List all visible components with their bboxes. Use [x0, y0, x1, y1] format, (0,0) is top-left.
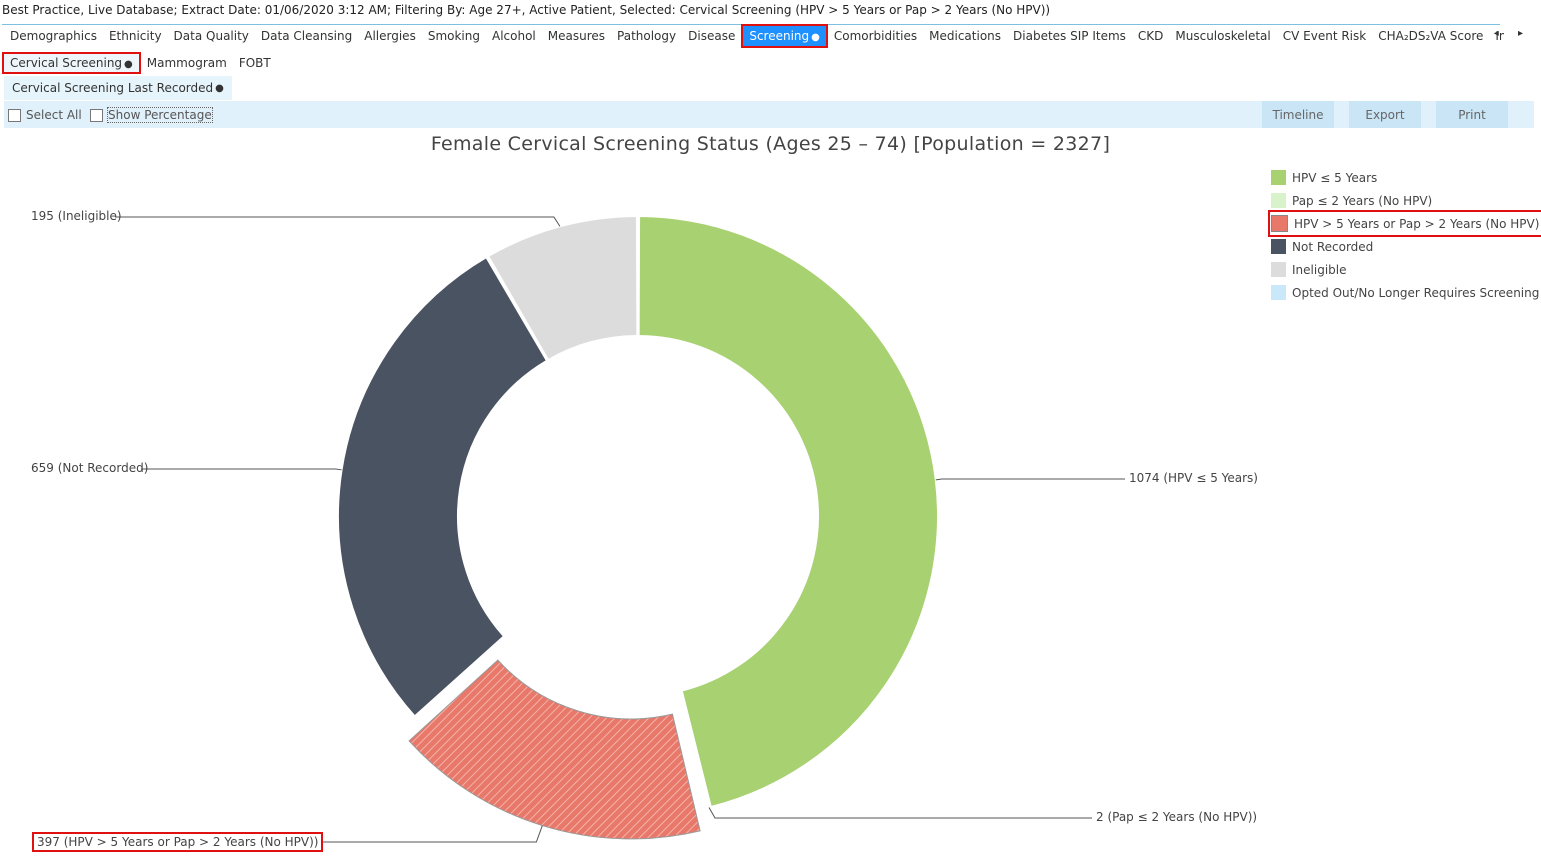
legend-label: HPV > 5 Years or Pap > 2 Years (No HPV): [1294, 216, 1540, 231]
legend-label: Pap ≤ 2 Years (No HPV): [1292, 193, 1433, 208]
legend-label: Ineligible: [1292, 262, 1347, 277]
legend-label: HPV ≤ 5 Years: [1292, 170, 1378, 185]
chart-legend: HPV ≤ 5 Years Pap ≤ 2 Years (No HPV) HPV >…: [1267, 166, 1541, 304]
legend-swatch: [1271, 239, 1286, 254]
leader-line: [708, 807, 1092, 819]
legend-item[interactable]: Opted Out/No Longer Requires Screening: [1270, 281, 1539, 304]
legend-item[interactable]: Not Recorded: [1270, 235, 1539, 258]
legend-label: Not Recorded: [1292, 239, 1374, 254]
legend-label: Opted Out/No Longer Requires Screening: [1292, 285, 1540, 300]
legend-swatch: [1271, 262, 1286, 277]
legend-item[interactable]: Pap ≤ 2 Years (No HPV): [1270, 189, 1539, 212]
leader-line: [935, 478, 1125, 481]
legend-swatch: [1271, 215, 1288, 232]
leader-line: [115, 216, 561, 227]
legend-item[interactable]: HPV ≤ 5 Years: [1270, 166, 1539, 189]
leader-line: [141, 468, 342, 471]
legend-swatch: [1271, 193, 1286, 208]
data-label: 397 (HPV > 5 Years or Pap > 2 Years (No …: [31, 832, 324, 852]
legend-swatch: [1271, 285, 1286, 300]
legend-swatch: [1271, 170, 1286, 185]
data-label: 659 (Not Recorded): [31, 461, 149, 475]
leader-line: [296, 825, 543, 843]
legend-item[interactable]: Ineligible: [1270, 258, 1539, 281]
donut-slice[interactable]: [337, 255, 549, 718]
data-label: 2 (Pap ≤ 2 Years (No HPV)): [1096, 810, 1258, 824]
donut-slice[interactable]: [637, 214, 939, 809]
data-label: 195 (Ineligible): [31, 209, 122, 223]
data-label: 1074 (HPV ≤ 5 Years): [1129, 471, 1258, 485]
legend-item[interactable]: HPV > 5 Years or Pap > 2 Years (No HPV): [1267, 210, 1541, 237]
donut-slice[interactable]: [408, 659, 701, 840]
donut-chart: [115, 214, 1125, 843]
